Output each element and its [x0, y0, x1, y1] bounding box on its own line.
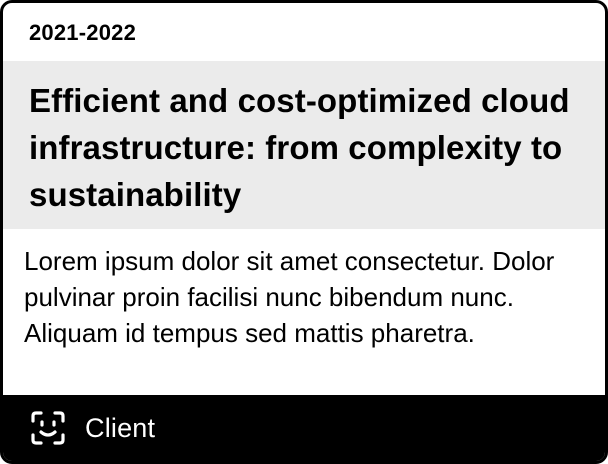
face-scan-icon: [30, 410, 66, 446]
card-description: Lorem ipsum dolor sit amet consectetur. …: [24, 246, 555, 348]
card-title: Efficient and cost-optimized cloud infra…: [29, 82, 570, 213]
year-label: 2021-2022: [29, 20, 137, 45]
case-study-card[interactable]: 2021-2022 Efficient and cost-optimized c…: [0, 0, 608, 464]
card-footer: Client: [3, 395, 605, 461]
client-label: Client: [85, 412, 156, 443]
title-band: Efficient and cost-optimized cloud infra…: [3, 61, 605, 229]
